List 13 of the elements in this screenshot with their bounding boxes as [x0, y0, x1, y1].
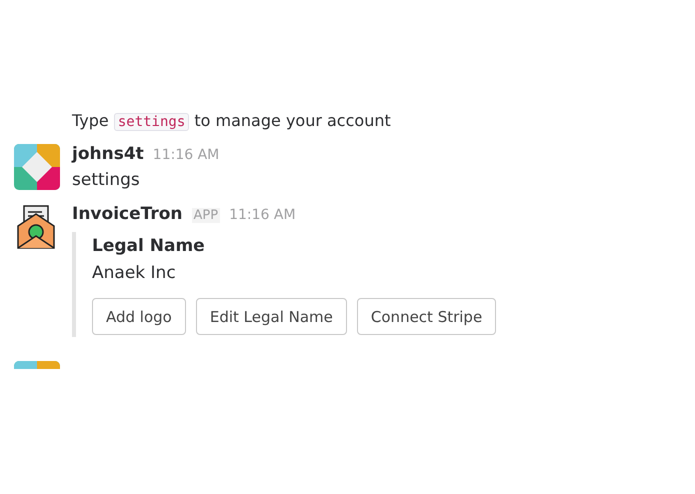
avatar-icon — [14, 144, 60, 190]
action-button[interactable]: Connect Stripe — [356, 298, 496, 335]
author-name[interactable]: InvoiceTron — [72, 204, 183, 224]
field-value: Anaek Inc — [92, 262, 177, 285]
message-text: Type settings to manage your account — [72, 110, 392, 132]
app-badge: APP — [192, 208, 220, 223]
action-button[interactable]: Edit Legal Name — [196, 298, 347, 335]
author-name[interactable]: johns4t — [72, 144, 144, 164]
timestamp: 11:16 AM — [229, 207, 296, 223]
field-title: Legal Name — [92, 235, 206, 258]
message-text: settings — [72, 169, 141, 192]
timestamp: 11:16 AM — [152, 147, 220, 163]
action-button[interactable]: Add logo — [92, 298, 186, 335]
